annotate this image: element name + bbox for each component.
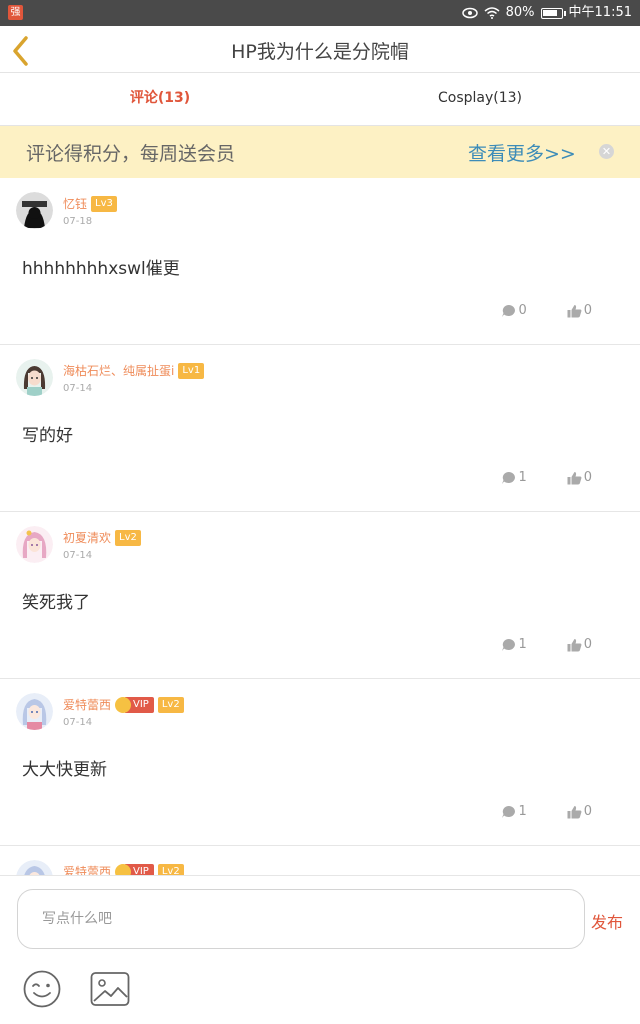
banner-close-icon[interactable]: ✕ [599,144,614,159]
level-badge: Lv2 [157,696,184,713]
level-badge: Lv2 [157,863,184,875]
reply-button[interactable]: 1 [501,804,527,819]
thumbs-up-icon [567,471,582,484]
thumbs-up-icon [567,304,582,317]
comment-item: 海枯石烂、纯属扯蛋i Lv1 07-14 写的好 1 0 [0,345,640,512]
like-count: 0 [583,804,592,819]
eye-icon [461,7,478,19]
comment-stats: 1 0 [501,804,592,819]
like-button[interactable]: 0 [567,804,592,819]
comment-text: 大大快更新 [22,760,107,780]
comment-stats: 0 0 [501,303,592,318]
status-bar: 强 80% 中午11:51 [0,0,640,26]
username[interactable]: 海枯石烂、纯属扯蛋i [63,362,174,379]
avatar[interactable] [16,693,53,730]
promo-banner: 评论得积分，每周送会员 查看更多>> ✕ [0,126,640,178]
thumbs-up-icon [567,638,582,651]
status-bar-right: 80% 中午11:51 [461,5,632,21]
comment-list: 忆钰 Lv3 07-18 hhhhhhhhxswl催更 0 0 海枯石烂、纯属扯… [0,178,640,875]
tab-bar: 评论(13) Cosplay(13) [0,72,640,126]
nav-bar: HP我为什么是分院帽 [0,26,640,72]
comment-date: 07-18 [63,216,93,227]
like-button[interactable]: 0 [567,637,592,652]
battery-icon [540,7,566,19]
battery-fill [542,9,557,16]
like-button[interactable]: 0 [567,470,592,485]
comment-item: 忆钰 Lv3 07-18 hhhhhhhhxswl催更 0 0 [0,178,640,345]
clock: 中午11:51 [568,5,632,20]
app-notification-icon: 强 [8,5,23,20]
comment-composer: 发布 [0,875,640,1024]
comment-author: 爱特蕾西 VIP Lv2 [63,696,184,713]
comment-bubble-icon [502,471,516,484]
username[interactable]: 爱特蕾西 [63,696,111,713]
avatar[interactable] [16,192,53,229]
avatar[interactable] [16,526,53,563]
comment-date: 07-14 [63,383,93,394]
emoji-icon[interactable] [22,969,62,1009]
reply-button[interactable]: 1 [501,470,527,485]
avatar[interactable] [16,359,53,396]
comment-date: 07-14 [63,550,93,561]
tab-comments[interactable]: 评论(13) [0,73,320,125]
battery-percent: 80% [505,5,535,20]
vip-badge: VIP [115,696,154,713]
comment-bubble-icon [502,304,516,317]
comment-stats: 1 0 [501,637,592,652]
comment-item: 爱特蕾西 VIP Lv2 [0,846,640,875]
page-title: HP我为什么是分院帽 [231,41,409,63]
comment-text: 笑死我了 [22,593,90,613]
like-button[interactable]: 0 [567,303,592,318]
reply-count: 1 [518,470,527,485]
tab-cosplay[interactable]: Cosplay(13) [320,73,640,125]
comment-author: 初夏清欢 Lv2 [63,529,141,546]
like-count: 0 [583,470,592,485]
image-icon[interactable] [90,971,130,1007]
like-count: 0 [583,303,592,318]
like-count: 0 [583,637,592,652]
comment-author: 爱特蕾西 VIP Lv2 [63,863,184,875]
publish-button[interactable]: 发布 [591,909,623,933]
reply-count: 1 [518,637,527,652]
comment-text: hhhhhhhhxswl催更 [22,259,180,279]
banner-see-more-link[interactable]: 查看更多>> [468,139,576,166]
level-badge: Lv3 [91,195,117,212]
username[interactable]: 忆钰 [63,195,87,212]
comment-author: 忆钰 Lv3 [63,195,117,212]
reply-count: 0 [518,303,527,318]
username[interactable]: 爱特蕾西 [63,863,111,875]
wifi-icon [484,7,500,19]
username[interactable]: 初夏清欢 [63,529,111,546]
comment-bubble-icon [502,805,516,818]
level-badge: Lv1 [178,362,205,379]
comment-text: 写的好 [22,426,73,446]
avatar[interactable] [16,860,53,875]
comment-stats: 1 0 [501,470,592,485]
comment-input[interactable] [17,889,585,949]
comment-date: 07-14 [63,717,93,728]
comment-item: 初夏清欢 Lv2 07-14 笑死我了 1 0 [0,512,640,679]
vip-crown-icon [115,696,132,713]
vip-badge: VIP [115,863,154,875]
reply-count: 1 [518,804,527,819]
level-badge: Lv2 [115,529,141,546]
reply-button[interactable]: 1 [501,637,527,652]
reply-button[interactable]: 0 [501,303,527,318]
comment-item: 爱特蕾西 VIP Lv2 07-14 大大快更新 1 0 [0,679,640,846]
comment-bubble-icon [502,638,516,651]
banner-text: 评论得积分，每周送会员 [26,143,236,165]
thumbs-up-icon [567,805,582,818]
comment-author: 海枯石烂、纯属扯蛋i Lv1 [63,362,205,379]
